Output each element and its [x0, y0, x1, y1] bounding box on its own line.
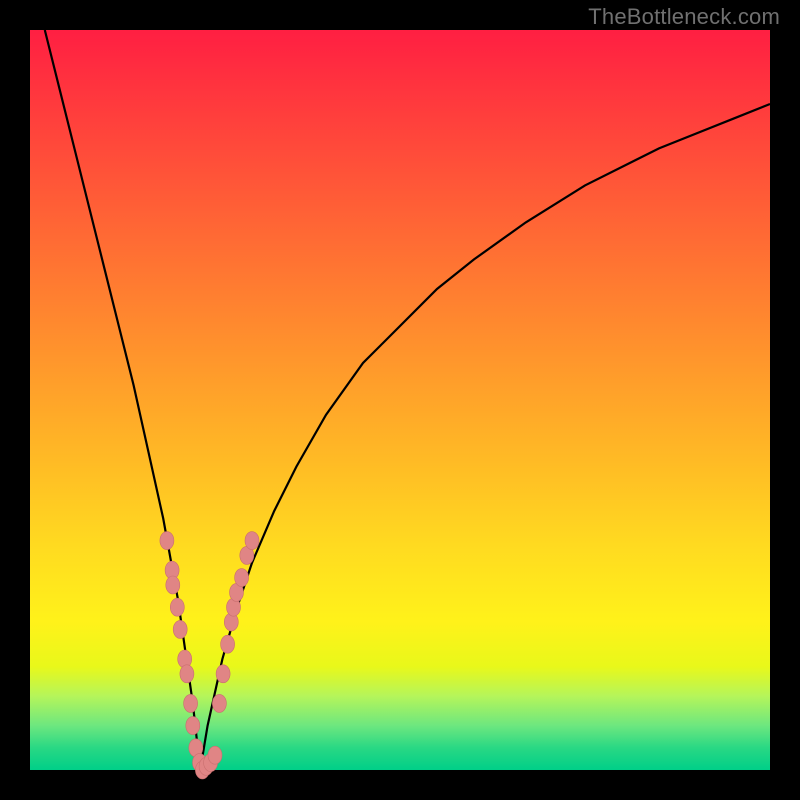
watermark-text: TheBottleneck.com — [588, 4, 780, 30]
chart-overlay — [30, 30, 770, 770]
data-point — [180, 665, 194, 683]
data-point — [235, 569, 249, 587]
data-point — [212, 694, 226, 712]
data-point — [160, 532, 174, 550]
data-point — [184, 694, 198, 712]
data-point — [245, 532, 259, 550]
data-point — [173, 620, 187, 638]
data-points-group — [160, 532, 259, 779]
data-point — [216, 665, 230, 683]
data-point — [166, 576, 180, 594]
data-point — [170, 598, 184, 616]
chart-frame: TheBottleneck.com — [0, 0, 800, 800]
data-point — [186, 717, 200, 735]
data-point — [208, 746, 222, 764]
data-point — [221, 635, 235, 653]
bottleneck-curve — [45, 30, 770, 770]
